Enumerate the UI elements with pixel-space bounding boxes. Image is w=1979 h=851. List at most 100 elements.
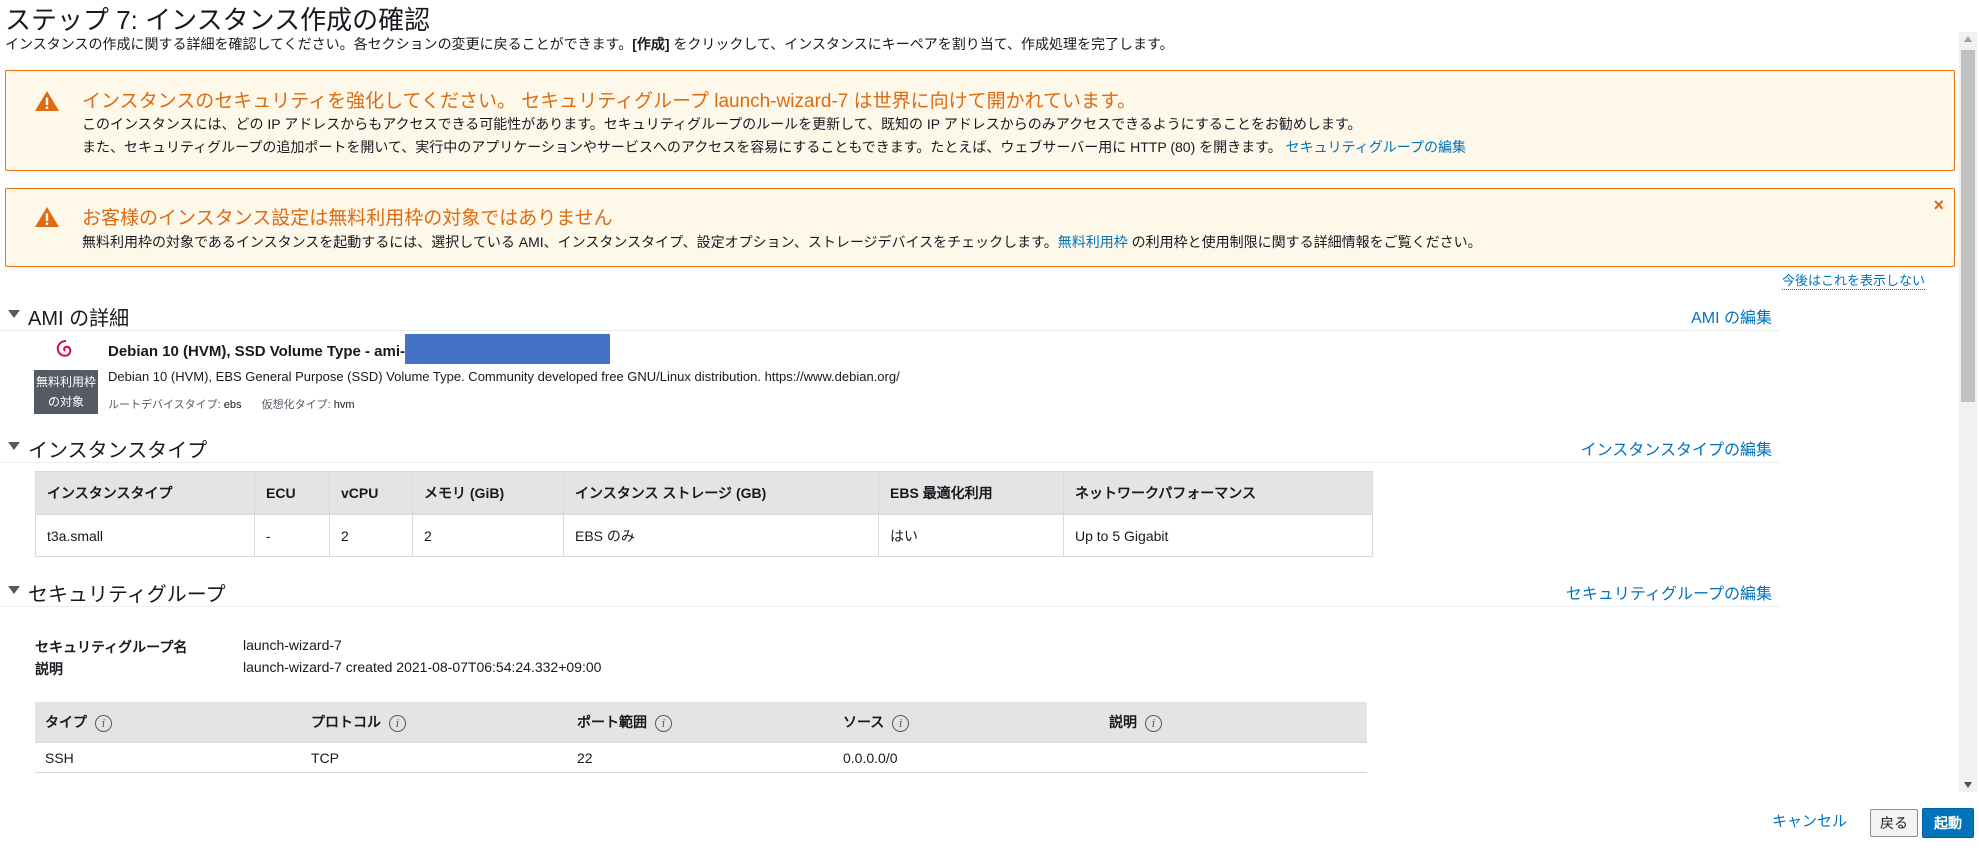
free-tier-line-end: の利用枠と使用制限に関する詳細情報をご覧ください。 [1127, 234, 1482, 250]
edit-instance-type-link[interactable]: インスタンスタイプの編集 [1581, 436, 1772, 460]
vertical-scrollbar[interactable] [1959, 32, 1977, 792]
table-header-row: インスタンスタイプ ECU vCPU メモリ (GiB) インスタンス ストレー… [35, 471, 1373, 515]
security-alert-line2-text: また、セキュリティグループの追加ポートを開いて、実行中のアプリケーションやサービ… [82, 139, 1282, 155]
table-cell: 22 [567, 742, 833, 773]
launch-button[interactable]: 起動 [1922, 808, 1974, 838]
column-header-label: 説明 [1109, 714, 1137, 730]
table-cell: はい [878, 514, 1064, 557]
info-icon[interactable]: i [95, 714, 112, 732]
scroll-up-icon[interactable] [1964, 36, 1972, 42]
table-cell: 0.0.0.0/0 [833, 742, 1099, 773]
column-header-protocol: プロトコル i [301, 702, 567, 743]
security-alert-line1: このインスタンスには、どの IP アドレスからもアクセスできる可能性があります。… [82, 116, 1362, 132]
root-device-label: ルートデバイスタイプ: [108, 399, 221, 411]
table-cell: SSH [35, 742, 301, 773]
instance-type-section-header[interactable]: インスタンスタイプ インスタンスタイプの編集 [0, 434, 1780, 463]
column-header: インスタンスタイプ [35, 471, 255, 515]
instance-type-table: インスタンスタイプ ECU vCPU メモリ (GiB) インスタンス ストレー… [35, 471, 1373, 557]
table-row: t3a.small - 2 2 EBS のみ はい Up to 5 Gigabi… [35, 514, 1373, 557]
ami-section-header[interactable]: AMI の詳細 AMI の編集 [0, 302, 1780, 331]
table-cell [1099, 742, 1367, 773]
column-header-label: プロトコル [311, 714, 381, 730]
dont-show-again-link[interactable]: 今後はこれを表示しない [1782, 270, 1926, 290]
virtualization-label: 仮想化タイプ: [261, 399, 331, 411]
page-subtitle: インスタンスの作成に関する詳細を確認してください。各セクションの変更に戻ることが… [5, 34, 1174, 54]
ami-description: Debian 10 (HVM), EBS General Purpose (SS… [108, 369, 900, 384]
table-cell: t3a.small [35, 514, 255, 557]
warning-icon [35, 91, 59, 111]
virtualization-value: hvm [333, 399, 355, 411]
security-alert-title: インスタンスのセキュリティを強化してください。 セキュリティグループ launc… [82, 91, 1137, 112]
security-warning-alert: インスタンスのセキュリティを強化してください。 セキュリティグループ launc… [5, 70, 1955, 171]
subtitle-text: インスタンスの作成に関する詳細を確認してください。各セクションの変更に戻ることが… [5, 36, 633, 52]
scroll-down-icon[interactable] [1964, 782, 1972, 788]
security-group-desc-label: 説明 [35, 661, 63, 677]
security-group-section-header[interactable]: セキュリティグループ セキュリティグループの編集 [0, 578, 1780, 607]
free-tier-link[interactable]: 無料利用枠 [1058, 234, 1128, 250]
column-header: vCPU [329, 471, 413, 515]
column-header-label: タイプ [45, 714, 87, 730]
scroll-thumb[interactable] [1961, 50, 1975, 402]
redacted-ami-id [405, 334, 610, 364]
security-group-section-title: セキュリティグループ [28, 584, 226, 606]
edit-security-group-link[interactable]: セキュリティグループの編集 [1286, 139, 1466, 155]
info-icon[interactable]: i [389, 714, 406, 732]
table-header-row: タイプ i プロトコル i ポート範囲 i ソース i 説明 i [35, 702, 1367, 743]
free-tier-badge: 無料利用枠 の対象 [34, 370, 98, 414]
table-cell: 2 [412, 514, 564, 557]
table-cell: - [254, 514, 330, 557]
security-rules-table: タイプ i プロトコル i ポート範囲 i ソース i 説明 i SSH TCP 22 0… [35, 702, 1367, 773]
subtitle-create-word: [作成] [632, 36, 670, 52]
security-group-name-label: セキュリティグループ名 [35, 639, 188, 655]
column-header-description: 説明 i [1099, 702, 1367, 743]
table-cell: EBS のみ [563, 514, 879, 557]
ami-name-text: Debian 10 (HVM), SSD Volume Type - ami- [108, 342, 405, 360]
table-cell: Up to 5 Gigabit [1063, 514, 1373, 557]
info-icon[interactable]: i [655, 714, 672, 732]
column-header-port-range: ポート範囲 i [567, 702, 833, 743]
info-icon[interactable]: i [1145, 714, 1162, 732]
close-icon[interactable]: × [1933, 195, 1944, 216]
cancel-button[interactable]: キャンセル [1772, 810, 1847, 831]
free-tier-alert-line: 無料利用枠の対象であるインスタンスを起動するには、選択している AMI、インスタ… [82, 232, 1482, 252]
ami-meta: ルートデバイスタイプ: ebs 仮想化タイプ: hvm [108, 396, 355, 412]
column-header-label: ソース [843, 714, 885, 730]
subtitle-text-end: をクリックして、インスタンスにキーペアを割り当て、作成処理を完了します。 [669, 36, 1174, 52]
free-tier-line-text: 無料利用枠の対象であるインスタンスを起動するには、選択している AMI、インスタ… [82, 234, 1058, 250]
free-tier-alert: × お客様のインスタンス設定は無料利用枠の対象ではありません 無料利用枠の対象で… [5, 188, 1955, 267]
caret-down-icon[interactable] [8, 586, 20, 594]
instance-type-section-title: インスタンスタイプ [28, 440, 208, 462]
ami-section-title: AMI の詳細 [28, 308, 130, 330]
review-page: ステップ 7: インスタンス作成の確認 インスタンスの作成に関する詳細を確認して… [0, 0, 1955, 790]
back-button[interactable]: 戻る [1870, 809, 1918, 837]
warning-icon [35, 207, 59, 227]
edit-ami-link[interactable]: AMI の編集 [1691, 304, 1772, 328]
column-header: インスタンス ストレージ (GB) [563, 471, 879, 515]
security-group-name-value: launch-wizard-7 [243, 637, 342, 653]
page-title: ステップ 7: インスタンス作成の確認 [5, 5, 431, 35]
caret-down-icon[interactable] [8, 310, 20, 318]
ami-logo: 無料利用枠 の対象 [34, 334, 98, 414]
footer-bar: キャンセル 戻る 起動 [0, 792, 1979, 851]
column-header: ECU [254, 471, 330, 515]
column-header-source: ソース i [833, 702, 1099, 743]
column-header: メモリ (GiB) [412, 471, 564, 515]
ami-name: Debian 10 (HVM), SSD Volume Type - ami- [108, 334, 610, 364]
info-icon[interactable]: i [892, 714, 910, 732]
column-header: EBS 最適化利用 [878, 471, 1064, 515]
table-cell: 2 [329, 514, 413, 557]
table-cell: TCP [301, 742, 567, 773]
table-row: SSH TCP 22 0.0.0.0/0 [35, 742, 1367, 773]
column-header: ネットワークパフォーマンス [1063, 471, 1373, 515]
security-group-desc-value: launch-wizard-7 created 2021-08-07T06:54… [243, 659, 602, 675]
edit-security-group-section-link[interactable]: セキュリティグループの編集 [1566, 580, 1772, 604]
column-header-label: ポート範囲 [577, 714, 647, 730]
root-device-value: ebs [223, 399, 242, 411]
column-header-type: タイプ i [35, 702, 301, 743]
free-tier-badge-line1: 無料利用枠 [35, 375, 96, 389]
debian-logo-icon [56, 340, 72, 357]
free-tier-alert-title: お客様のインスタンス設定は無料利用枠の対象ではありません [82, 208, 613, 229]
caret-down-icon[interactable] [8, 442, 20, 450]
security-alert-line2: また、セキュリティグループの追加ポートを開いて、実行中のアプリケーションやサービ… [82, 137, 1466, 157]
free-tier-badge-line2: の対象 [47, 395, 84, 409]
